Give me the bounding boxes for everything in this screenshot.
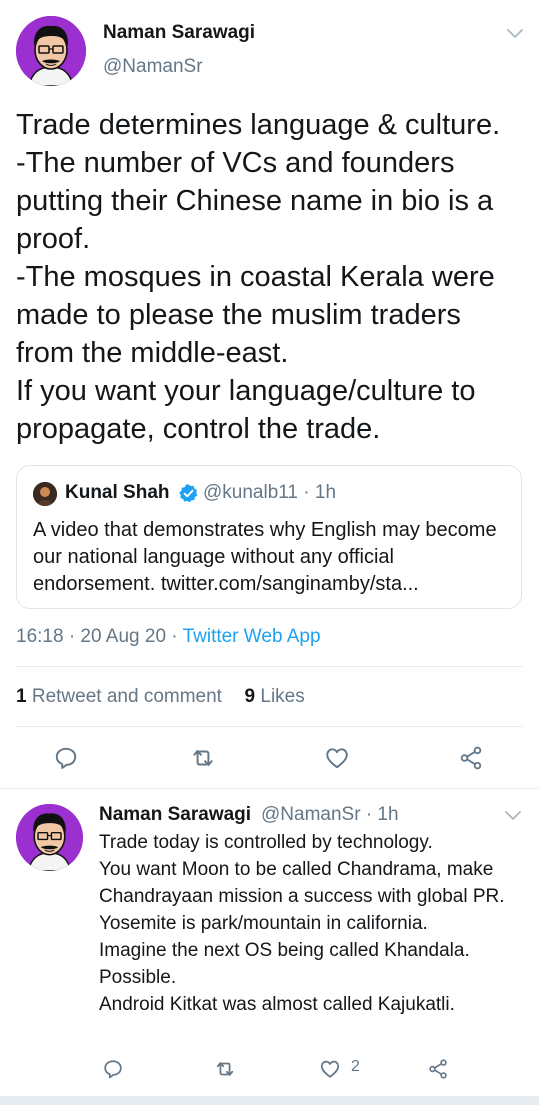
reply-tweet-text: Trade today is controlled by technology.…: [99, 832, 505, 1015]
author-name[interactable]: Naman Sarawagi: [103, 22, 255, 44]
quoted-author-avatar: [33, 482, 57, 506]
retweet-count-link[interactable]: 1 Retweet and comment: [16, 686, 222, 707]
reply-icon[interactable]: [102, 1058, 126, 1082]
bottom-divider: [0, 1096, 539, 1105]
heart-icon[interactable]: [322, 743, 352, 773]
share-icon[interactable]: [427, 1058, 451, 1082]
tweet-text: Trade determines language & culture. -Th…: [16, 109, 501, 445]
divider: [16, 726, 523, 727]
share-icon[interactable]: [456, 743, 486, 773]
author-avatar[interactable]: [16, 16, 86, 86]
chevron-down-icon[interactable]: [504, 810, 522, 822]
divider: [16, 666, 523, 667]
chevron-down-icon[interactable]: [506, 28, 524, 40]
reply-like-count: 2: [351, 1058, 360, 1075]
likes-count-link[interactable]: 9 Likes: [245, 686, 305, 707]
tweet-source-link[interactable]: Twitter Web App: [183, 626, 321, 647]
tweet-meta: 16:18 · 20 Aug 20 · Twitter Web App: [16, 626, 321, 648]
tweet-timestamp: 16:18 · 20 Aug 20 ·: [16, 626, 183, 647]
reply-icon[interactable]: [51, 743, 81, 773]
retweet-icon[interactable]: [188, 743, 218, 773]
divider: [0, 788, 539, 789]
retweet-icon[interactable]: [214, 1058, 238, 1082]
quoted-author-handle: @kunalb11 · 1h: [203, 482, 337, 503]
engagement-counts: 1 Retweet and comment 9 Likes: [16, 686, 305, 708]
quoted-tweet-card[interactable]: Kunal Shah @kunalb11 · 1h A video that d…: [16, 465, 522, 609]
reply-author-handle[interactable]: @NamanSr · 1h: [261, 804, 399, 826]
quoted-tweet-text: A video that demonstrates why English ma…: [33, 519, 497, 595]
main-tweet: Naman Sarawagi @NamanSr Trade determines…: [0, 0, 539, 790]
reply-author-avatar[interactable]: [16, 804, 83, 871]
author-handle[interactable]: @NamanSr: [103, 56, 203, 78]
verified-badge-icon: [178, 483, 199, 504]
heart-icon[interactable]: [319, 1058, 343, 1082]
reply-author-name[interactable]: Naman Sarawagi: [99, 804, 251, 826]
quoted-author-name: Kunal Shah: [65, 482, 170, 503]
